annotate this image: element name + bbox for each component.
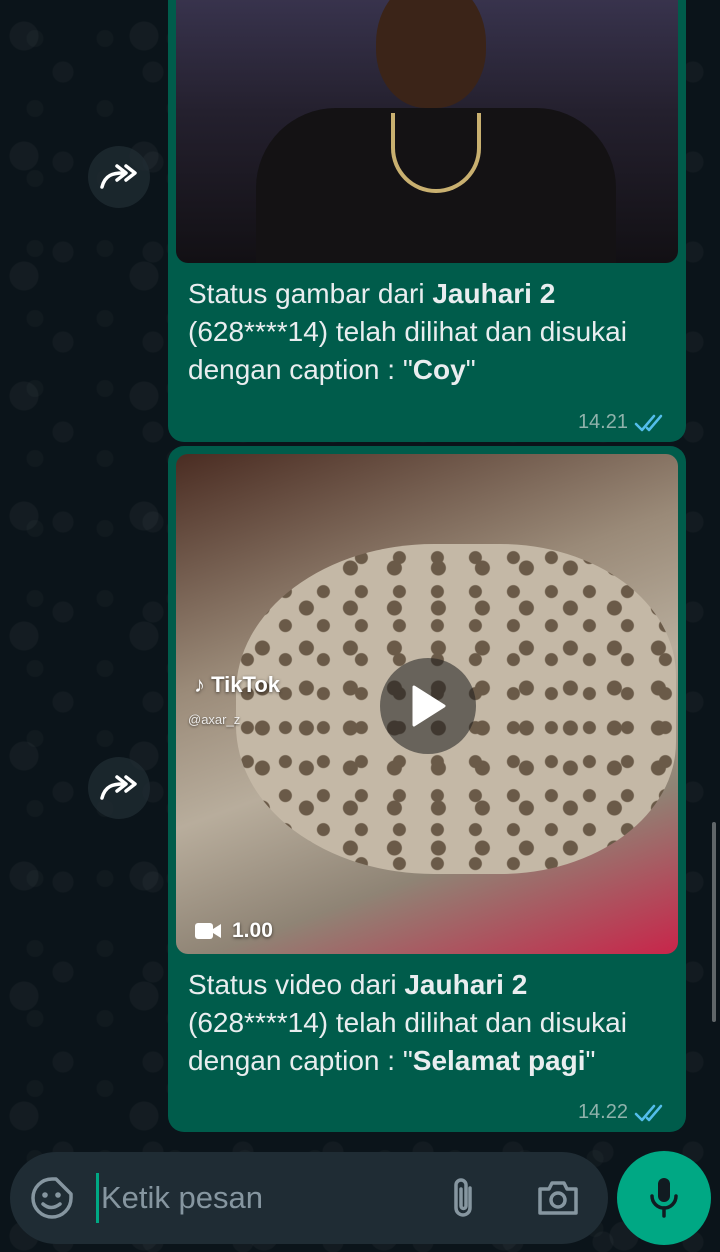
scrollbar[interactable] [712, 822, 716, 1022]
tiktok-icon: ♪ [194, 672, 205, 697]
message-time: 14.21 [577, 411, 628, 433]
sticker-icon [31, 1177, 73, 1219]
paperclip-icon [454, 1178, 472, 1217]
message-bubble[interactable]: ♪ TikTok @axar_z 1.00 Status video dari … [168, 446, 686, 1132]
tiktok-watermark: ♪ TikTok [194, 672, 280, 697]
play-icon [412, 685, 446, 727]
forward-icon [100, 164, 137, 189]
message-time: 14.22 [577, 1101, 628, 1123]
microphone-icon [650, 1178, 678, 1218]
tiktok-handle: @axar_z [188, 712, 241, 727]
sticker-button[interactable] [30, 1176, 74, 1225]
camera-icon [538, 1181, 578, 1215]
message-caption: Status video dari Jauhari 2 (628****14) … [188, 969, 627, 1076]
voice-message-button[interactable] [617, 1151, 711, 1245]
message-bubble[interactable]: Status gambar dari Jauhari 2 (628****14)… [168, 0, 686, 442]
message-meta: 14.21 [578, 411, 668, 434]
message-composer [10, 1152, 608, 1244]
camera-button[interactable] [536, 1178, 580, 1223]
message-meta: 14.22 [578, 1101, 668, 1124]
message-input[interactable] [101, 1180, 431, 1216]
read-ticks-icon [634, 414, 663, 431]
forward-button[interactable] [88, 757, 150, 819]
message-input-wrapper [96, 1172, 431, 1224]
video-camera-icon [195, 923, 221, 939]
message-caption: Status gambar dari Jauhari 2 (628****14)… [188, 278, 627, 385]
attach-button[interactable] [446, 1176, 482, 1225]
status-video[interactable]: ♪ TikTok @axar_z 1.00 [176, 454, 678, 954]
video-duration: 1.00 [194, 919, 273, 943]
play-button[interactable] [380, 658, 476, 754]
text-cursor [96, 1173, 99, 1223]
read-ticks-icon [634, 1104, 663, 1121]
forward-button[interactable] [88, 146, 150, 208]
forward-icon [100, 775, 137, 800]
status-image[interactable] [176, 0, 678, 263]
